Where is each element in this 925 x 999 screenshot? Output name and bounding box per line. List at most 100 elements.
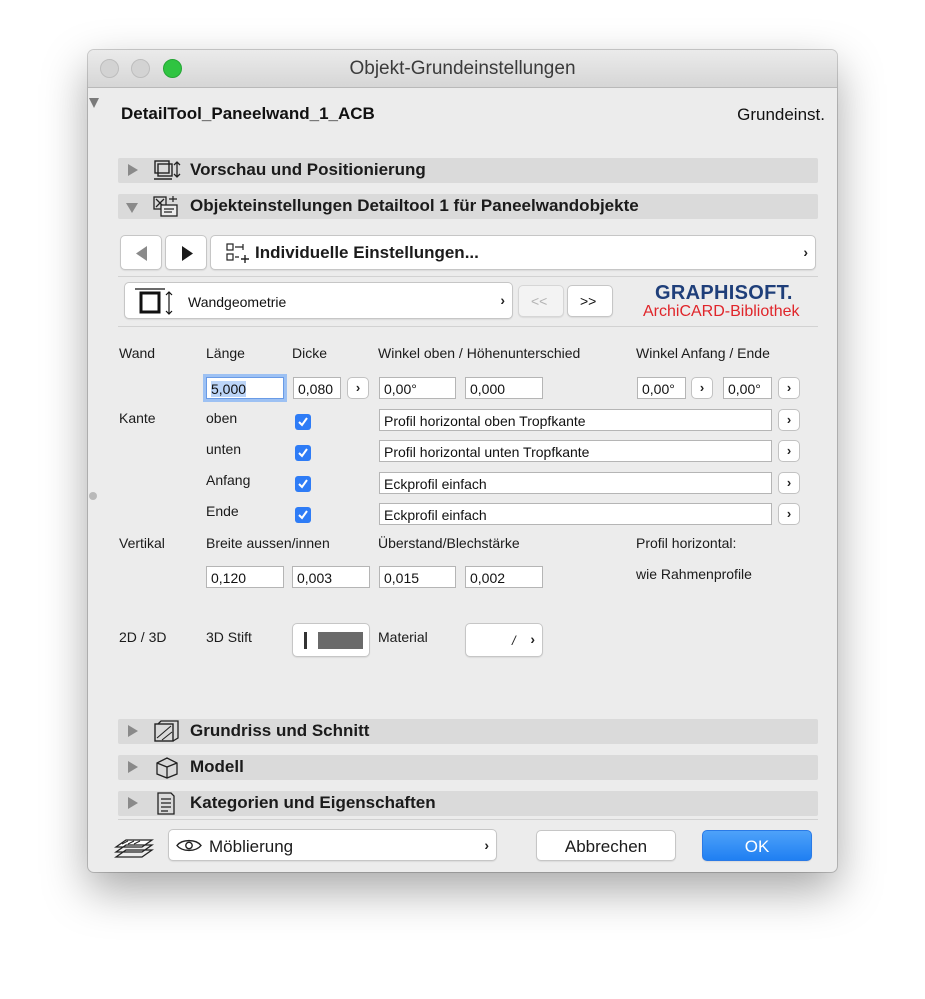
cancel-label: Abbrechen [564,837,648,856]
section-vorschau[interactable]: Vorschau und Positionierung [118,158,818,183]
laenge-value: 5,000 [211,381,247,397]
layer-label: Möblierung [209,837,294,856]
section-objekteinstellungen[interactable]: Objekteinstellungen Detailtool 1 für Pan… [118,194,818,219]
breite-innen-input[interactable]: 0,003 [292,566,370,588]
divider [118,326,818,327]
blechstaerke-input[interactable]: 0,002 [465,566,543,588]
laenge-input[interactable]: 5,000 [206,377,284,399]
model-cube-icon [156,757,178,779]
triangle-left-icon [136,246,147,261]
pen-color-swatch [318,632,363,649]
divider [118,276,818,277]
pen-picker-button[interactable] [292,623,370,657]
kante-oben-profile-field[interactable]: Profil horizontal oben Tropfkante [379,409,772,431]
preview-position-icon [154,160,181,180]
kante-anfang-label: Anfang [206,472,251,488]
winkel-anfang-input[interactable]: 0,00° [637,377,686,399]
material-swatch-label: / [512,633,516,648]
kante-anfang-profile-field[interactable]: Eckprofil einfach [379,472,772,494]
ok-label: OK [744,837,770,856]
section-modell[interactable]: Modell [118,755,818,780]
kante-oben-arrow-button[interactable]: › [778,409,800,431]
next-subpage-label: >> [580,293,597,309]
dialog-window: Objekt-Grundeinstellungen DetailTool_Pan… [88,50,837,872]
dicke-label: Dicke [292,345,328,361]
winkel-ende-arrow-button[interactable]: › [778,377,800,399]
ueberstand-label: Überstand/Blechstärke [378,535,520,551]
winkel-oben-label: Winkel oben / Höhenunterschied [378,345,581,361]
kante-oben-checkbox[interactable] [295,414,311,430]
kante-anfang-arrow-button[interactable]: › [778,472,800,494]
section-label: Grundriss und Schnitt [190,721,370,740]
kante-ende-label: Ende [206,503,239,519]
resize-handle[interactable] [89,492,97,500]
kante-unten-profile-field[interactable]: Profil horizontal unten Tropfkante [379,440,772,462]
winkel-oben-input[interactable]: 0,00° [379,377,456,399]
dicke-arrow-button[interactable]: › [347,377,369,399]
cancel-button[interactable]: Abbrechen [536,830,676,861]
expand-arrow-icon [128,797,138,809]
prev-subpage-label: << [531,293,548,309]
object-name: DetailTool_Paneelwand_1_ACB [121,104,375,123]
floor-plan-section-icon [154,720,179,742]
winkel-ende-input[interactable]: 0,00° [723,377,772,399]
kante-ende-arrow-button[interactable]: › [778,503,800,525]
chevron-right-icon: › [484,837,489,853]
section-label: Objekteinstellungen Detailtool 1 für Pan… [190,196,639,215]
kante-oben-label: oben [206,410,238,426]
section-label: Kategorien und Eigenschaften [190,793,436,812]
page-select-dropdown[interactable]: Individuelle Einstellungen... › [210,235,816,270]
title-bar: Objekt-Grundeinstellungen [88,50,837,88]
dicke-input[interactable]: 0,080 [293,377,341,399]
material-label: Material [378,629,428,645]
kante-ende-profile-field[interactable]: Eckprofil einfach [379,503,772,525]
ok-button[interactable]: OK [702,830,812,861]
triangle-right-icon [182,246,193,261]
wand-label: Wand [119,345,156,361]
kante-unten-label: unten [206,441,242,457]
ueberstand-input[interactable]: 0,015 [379,566,456,588]
next-subpage-button[interactable]: >> [567,285,613,317]
section-kategorien[interactable]: Kategorien und Eigenschaften [118,791,818,816]
expand-arrow-icon [128,725,138,737]
collapse-triangle-icon[interactable] [89,98,99,108]
2d3d-label: 2D / 3D [119,629,167,645]
checkmark-icon [298,417,308,427]
default-settings-label: Grundeinst. [737,105,825,124]
kante-label: Kante [119,410,156,426]
checkmark-icon [298,479,308,489]
checkmark-icon [298,448,308,458]
eye-icon [176,839,202,852]
chevron-right-icon: › [803,244,808,260]
collapse-arrow-icon [126,203,138,213]
breite-aussen-input[interactable]: 0,120 [206,566,284,588]
laenge-label: Länge [206,345,245,361]
layer-select-dropdown[interactable]: Möblierung › [168,829,497,861]
expand-arrow-icon [128,761,138,773]
chevron-right-icon: › [530,631,535,647]
prev-page-button[interactable] [120,235,162,270]
kante-unten-checkbox[interactable] [295,445,311,461]
prev-subpage-button[interactable]: << [518,285,564,317]
custom-settings-icon [226,243,249,263]
breite-label: Breite aussen/innen [206,535,330,551]
kante-unten-arrow-button[interactable]: › [778,440,800,462]
pen-weight-swatch [304,632,307,649]
archicad-library-label: ArchiCARD-Bibliothek [643,303,800,320]
winkel-anfang-arrow-button[interactable]: › [691,377,713,399]
expand-arrow-icon [128,164,138,176]
winkel-anfang-ende-label: Winkel Anfang / Ende [636,345,770,361]
section-grundriss[interactable]: Grundriss und Schnitt [118,719,818,744]
window-title: Objekt-Grundeinstellungen [349,58,576,79]
kante-anfang-checkbox[interactable] [295,476,311,492]
material-picker-button[interactable]: / › [465,623,543,657]
page-select-label: Individuelle Einstellungen... [255,243,479,262]
hoehenunterschied-input[interactable]: 0,000 [465,377,543,399]
kante-ende-checkbox[interactable] [295,507,311,523]
section-label: Vorschau und Positionierung [190,160,426,179]
graphisoft-logo: GRAPHISOFT. [655,282,793,304]
subpage-label: Wandgeometrie [188,294,287,310]
subpage-select-dropdown[interactable]: Wandgeometrie › [124,282,513,319]
section-label: Modell [190,757,244,776]
next-page-button[interactable] [165,235,207,270]
